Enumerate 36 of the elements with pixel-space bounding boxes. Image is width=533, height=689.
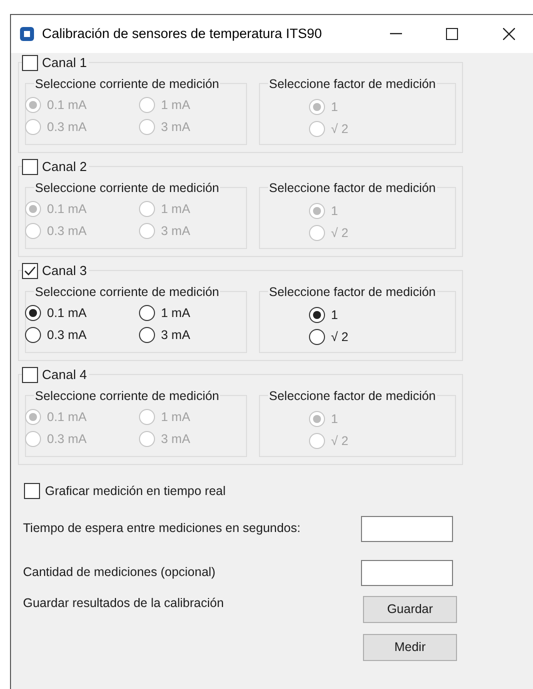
checkbox[interactable] bbox=[24, 483, 40, 500]
group-title: Seleccione corriente de medición bbox=[35, 388, 220, 402]
window-title: Calibración de sensores de temperatura ITS90 bbox=[42, 24, 322, 43]
measure-button[interactable]: Medir bbox=[363, 634, 457, 661]
save-button[interactable]: Guardar bbox=[363, 596, 457, 623]
radio-button[interactable] bbox=[309, 307, 325, 324]
group-title: Seleccione factor de medición bbox=[269, 180, 436, 194]
radio-label[interactable]: 1 bbox=[331, 306, 338, 325]
radio-button[interactable] bbox=[25, 305, 41, 322]
radio-label[interactable]: 0.3 mA bbox=[47, 326, 87, 345]
group-title: Seleccione factor de medición bbox=[269, 76, 436, 90]
group-title: Seleccione corriente de medición bbox=[35, 180, 220, 194]
input-field[interactable] bbox=[361, 560, 453, 586]
radio-button[interactable] bbox=[25, 327, 41, 344]
radio-label[interactable]: √ 2 bbox=[331, 328, 348, 347]
minimize-icon[interactable] bbox=[390, 33, 402, 35]
group-title: Seleccione factor de medición bbox=[269, 388, 436, 402]
field-label: Cantidad de mediciones (opcional) bbox=[23, 564, 216, 582]
radio-button[interactable] bbox=[139, 305, 155, 322]
close-icon[interactable] bbox=[503, 28, 515, 40]
checkbox[interactable] bbox=[22, 262, 38, 279]
app-icon bbox=[20, 27, 34, 41]
group-title: Seleccione corriente de medición bbox=[35, 76, 220, 90]
radio-button[interactable] bbox=[139, 327, 155, 344]
field-label: Tiempo de espera entre mediciones en segundos: bbox=[23, 520, 300, 538]
radio-button[interactable] bbox=[309, 329, 325, 346]
maximize-icon[interactable] bbox=[446, 28, 458, 40]
checkbox-label[interactable]: Graficar medición en tiempo real bbox=[45, 482, 226, 501]
input-field[interactable] bbox=[361, 516, 453, 542]
radio-label[interactable]: 1 mA bbox=[161, 304, 190, 323]
save-label: Guardar resultados de la calibración bbox=[23, 594, 224, 612]
radio-label[interactable]: 3 mA bbox=[161, 326, 190, 345]
radio-label[interactable]: 0.1 mA bbox=[47, 304, 87, 323]
channel-label[interactable]: Canal 3 bbox=[42, 261, 87, 280]
group-title: Seleccione factor de medición bbox=[269, 284, 436, 298]
group-title: Seleccione corriente de medición bbox=[35, 284, 220, 298]
